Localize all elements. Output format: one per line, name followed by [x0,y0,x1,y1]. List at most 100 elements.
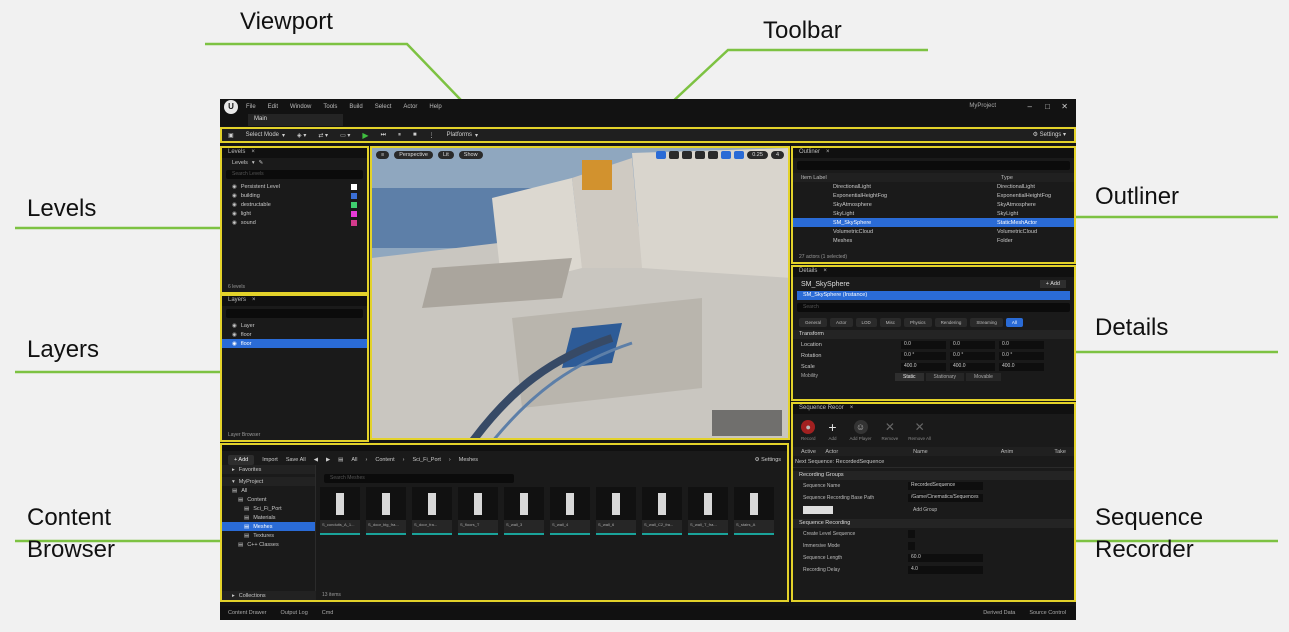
grid-snap-icon[interactable] [721,151,732,159]
filter-button[interactable]: All [1005,318,1023,327]
filter-button[interactable]: Physics [904,318,932,327]
eye-icon[interactable]: ◉ [232,184,237,190]
asset-tile[interactable]: S_wall_3 [504,487,544,535]
transform-value-z[interactable]: 0.0 [999,340,1044,349]
maximize-icon[interactable]: □ [1045,102,1050,111]
recording-groups-section[interactable]: Recording Groups [793,471,1074,480]
transform-value-y[interactable]: 0.0 [950,340,995,349]
add-button[interactable]: + Add [228,455,255,465]
outliner-row[interactable]: VolumetricCloud VolumetricCloud [793,227,1074,236]
rotate-icon[interactable] [682,151,693,159]
outliner-row[interactable]: Meshes Folder [793,236,1074,245]
transform-section[interactable]: Transform [793,330,1074,339]
field-value[interactable] [908,542,915,550]
filter-button[interactable]: Rendering [934,318,968,327]
output-log-button[interactable]: Output Log [281,610,308,616]
layers-search-input[interactable] [226,309,363,318]
folder-item[interactable]: ▤ C++ Classes [222,540,315,549]
step-icon[interactable]: ⏭ [381,132,386,139]
back-icon[interactable]: ◀ [314,457,318,463]
field-value[interactable]: 4.0 [908,566,983,574]
outliner-row[interactable]: SkyLight SkyLight [793,209,1074,218]
viewport-options-icon[interactable]: ≡ [376,151,390,159]
show-button[interactable]: Show [458,151,483,159]
folder-item[interactable]: ▤ Materials [222,513,315,522]
content-drawer-button[interactable]: Content Drawer [228,610,267,616]
record-button[interactable]: ● Record [801,420,816,441]
play-options-icon[interactable]: ⋮ [429,132,435,139]
add-actor-icon[interactable]: ◈ ▾ [297,132,306,139]
cinematics-icon[interactable]: ▭ ▾ [340,132,350,139]
level-row[interactable]: ◉ light [222,209,367,218]
close-icon[interactable]: × [850,405,854,413]
transform-value-z[interactable]: 0.0 ° [999,351,1044,360]
import-button[interactable]: Import [262,457,278,463]
source-control-button[interactable]: Source Control [1029,610,1066,616]
world-icon[interactable] [708,151,719,159]
engine-logo-icon[interactable]: U [224,99,238,114]
favorites-header[interactable]: ▸ Favorites [222,465,315,474]
close-icon[interactable]: ✕ [1061,102,1068,111]
project-header[interactable]: ▾ MyProject [222,477,315,486]
save-all-button[interactable]: Save All [286,457,306,463]
instance-row[interactable]: SM_SkySphere (Instance) [797,291,1070,300]
asset-tile[interactable]: S_stairs_A [734,487,774,535]
transform-value-z[interactable]: 400.0 [999,362,1044,371]
outliner-row[interactable]: SM_SkySphere StaticMeshActor [793,218,1074,227]
eye-icon[interactable]: ◉ [232,220,237,226]
lit-button[interactable]: Lit [437,151,454,159]
menu-edit[interactable]: Edit [268,104,278,110]
asset-tile[interactable]: S_wall_T_fra... [688,487,728,535]
level-row[interactable]: ◉ Persistent Level [222,182,367,191]
eye-icon[interactable]: ◉ [232,341,237,347]
select-mode-dropdown[interactable]: Select Mode ▾ [246,132,285,139]
close-icon[interactable]: × [252,297,256,305]
play-icon[interactable]: ▶ [362,131,368,140]
field-value[interactable]: /Game/Cinematics/Sequences [908,494,983,502]
level-row[interactable]: ◉ destructable [222,200,367,209]
mobility-stationary[interactable]: Stationary [925,373,965,381]
field-value[interactable]: 60.0 [908,554,983,562]
filter-button[interactable]: Streaming [970,318,1003,327]
folder-item[interactable]: ▤ Meshes [222,522,315,531]
asset-tile[interactable]: S_wall_6 [596,487,636,535]
add-group-button[interactable]: Add Group [913,507,937,513]
content-search-input[interactable]: Search Meshes [324,474,514,483]
levels-dropdown[interactable]: Levels ▾ ✎ [222,158,367,167]
asset-tile[interactable]: S_door_big_fra... [366,487,406,535]
add-component-button[interactable]: + Add [1039,280,1066,288]
breadcrumb-all[interactable]: All [351,457,357,463]
eye-icon[interactable]: ◉ [232,193,237,199]
transform-value-x[interactable]: 400.0 [901,362,946,371]
layer-row[interactable]: ◉ Layer [222,321,367,330]
transform-value-y[interactable]: 0.0 ° [950,351,995,360]
folder-item[interactable]: ▤ Content [222,495,315,504]
forward-icon[interactable]: ▶ [326,457,330,463]
outliner-row[interactable]: ExponentialHeightFog ExponentialHeightFog [793,191,1074,200]
level-tab[interactable]: Main [248,114,343,126]
breadcrumb-content[interactable]: Content [375,457,394,463]
scale-icon[interactable] [695,151,706,159]
asset-tile[interactable]: S_wall_4 [550,487,590,535]
settings-button[interactable]: ⚙ Settings ▾ [1033,131,1066,138]
layer-row[interactable]: ◉ floor [222,339,367,348]
minimize-icon[interactable]: – [1028,102,1032,111]
camera-setting[interactable]: 4 [770,151,784,159]
field-value[interactable] [908,530,915,538]
asset-tile[interactable]: S_wall_C2_fra... [642,487,682,535]
pause-icon[interactable]: ⏸ [398,132,401,139]
filter-button[interactable]: LOD [855,318,877,327]
folder-item[interactable]: ▤ All [222,486,315,495]
stop-icon[interactable]: ■ [413,132,417,138]
field-value[interactable]: RecordedSequence [908,482,983,490]
menu-select[interactable]: Select [375,104,392,110]
eye-icon[interactable]: ◉ [232,323,237,329]
sequence-recording-section[interactable]: Sequence Recording [793,519,1074,528]
folder-item[interactable]: ▤ Textures [222,531,315,540]
eye-icon[interactable]: ◉ [232,211,237,217]
derived-data-button[interactable]: Derived Data [983,610,1015,616]
close-icon[interactable]: × [823,268,827,276]
folder-item[interactable]: ▤ Sci_Fi_Port [222,504,315,513]
asset-tile[interactable]: S_conduits_A_1... [320,487,360,535]
menu-file[interactable]: File [246,104,256,110]
